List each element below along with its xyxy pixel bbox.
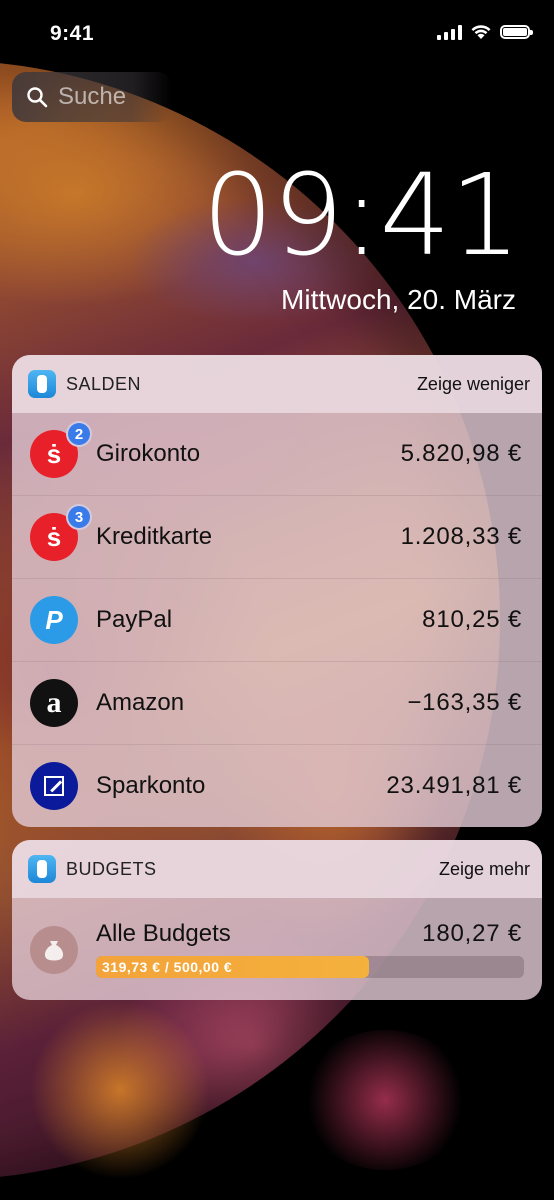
salden-widget-header: SALDEN Zeige weniger (12, 355, 542, 413)
notification-badge: 3 (66, 504, 92, 530)
search-icon (26, 86, 48, 108)
account-row-girokonto[interactable]: ṡ 2 Girokonto 5.820,98 € (12, 413, 542, 495)
amazon-icon: a (30, 679, 78, 727)
battery-icon (500, 25, 533, 39)
account-row-amazon[interactable]: a Amazon −163,35 € (12, 661, 542, 744)
account-balance: −163,35 € (407, 689, 522, 716)
app-icon (28, 855, 56, 883)
budget-remaining: 180,27 € (422, 920, 522, 947)
cellular-signal-icon (437, 24, 462, 40)
lock-screen-date: Mittwoch, 20. März (281, 284, 516, 315)
budget-progress-text: 319,73 € / 500,00 € (102, 959, 233, 975)
planet-highlight (30, 1000, 210, 1180)
budgets-widget-header: BUDGETS Zeige mehr (12, 840, 542, 898)
widget-title: BUDGETS (66, 858, 157, 879)
status-bar: 9:41 (0, 0, 554, 70)
account-name: PayPal (96, 606, 173, 633)
search-field[interactable]: Suche (12, 72, 172, 122)
account-name: Sparkonto (96, 772, 206, 799)
budgets-widget: BUDGETS Zeige mehr Alle Budgets 180,27 €… (12, 840, 542, 1000)
status-icons (437, 24, 533, 40)
budget-progress-bar: 319,73 € / 500,00 € (96, 956, 524, 978)
planet-highlight (300, 1030, 470, 1170)
account-name: Girokonto (96, 440, 201, 467)
salden-widget: SALDEN Zeige weniger ṡ 2 Girokonto 5.820… (12, 355, 542, 827)
account-list: ṡ 2 Girokonto 5.820,98 € ṡ 3 Kreditkarte… (12, 413, 542, 827)
account-row-kreditkarte[interactable]: ṡ 3 Kreditkarte 1.208,33 € (12, 495, 542, 578)
lock-screen-clock: 09:41 (202, 151, 521, 281)
money-bag-icon (30, 926, 78, 974)
status-time: 9:41 (50, 22, 95, 45)
app-icon (28, 370, 56, 398)
widget-title: SALDEN (66, 373, 142, 394)
account-balance: 1.208,33 € (400, 523, 522, 550)
paypal-icon: P (30, 596, 78, 644)
notification-badge: 2 (66, 421, 92, 447)
search-placeholder: Suche (58, 83, 127, 110)
budget-row-all[interactable]: Alle Budgets 180,27 € 319,73 € / 500,00 … (12, 898, 542, 998)
account-balance: 5.820,98 € (400, 440, 522, 467)
show-less-button[interactable]: Zeige weniger (417, 374, 530, 395)
deutsche-bank-icon (30, 762, 78, 810)
budget-name: Alle Budgets (96, 920, 231, 947)
account-name: Kreditkarte (96, 523, 213, 550)
account-balance: 810,25 € (422, 606, 522, 633)
wifi-icon (471, 25, 491, 39)
account-row-sparkonto[interactable]: Sparkonto 23.491,81 € (12, 744, 542, 827)
account-name: Amazon (96, 689, 185, 716)
show-more-button[interactable]: Zeige mehr (439, 859, 530, 880)
account-balance: 23.491,81 € (386, 772, 522, 799)
account-row-paypal[interactable]: P PayPal 810,25 € (12, 578, 542, 661)
